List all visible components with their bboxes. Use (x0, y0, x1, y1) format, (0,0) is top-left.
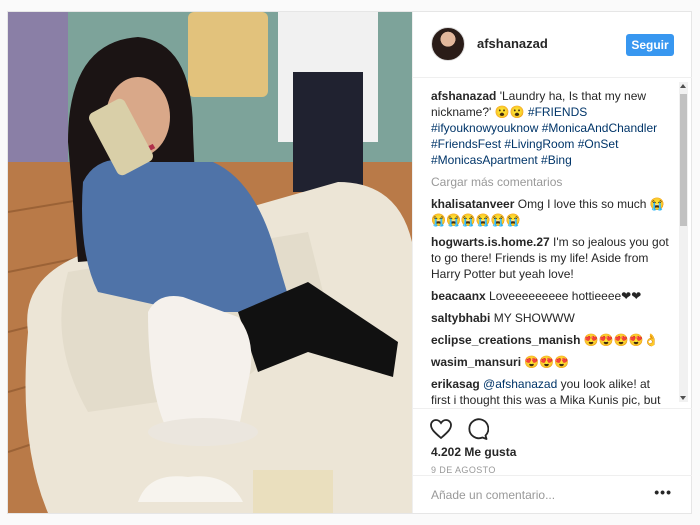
comments-list: afshanazad 'Laundry ha, Is that my new n… (413, 78, 692, 408)
list-item: eclipse_creations_manish 😍😍😍😍👌 (431, 332, 671, 348)
list-item: beacaanx Loveeeeeeeee hottieeee❤❤ (431, 288, 671, 304)
username-link[interactable]: afshanazad (477, 36, 548, 51)
comment-username[interactable]: wasim_mansuri (431, 355, 521, 369)
heart-icon[interactable] (429, 417, 453, 441)
comment-text: 😍😍😍 (524, 355, 570, 369)
post-sidebar: afshanazad Seguir afshanazad 'Laundry ha… (412, 12, 692, 513)
comment-username[interactable]: saltybhabi (431, 311, 490, 325)
comment-username[interactable]: khalisatanveer (431, 197, 514, 211)
comment-username[interactable]: beacaanx (431, 289, 486, 303)
comment-text: MY SHOWWW (493, 311, 575, 325)
comment-mention[interactable]: @afshanazad (483, 377, 557, 391)
avatar[interactable] (431, 27, 465, 61)
load-more-comments[interactable]: Cargar más comentarios (431, 174, 671, 190)
post-modal: afshanazad Seguir afshanazad 'Laundry ha… (7, 11, 692, 514)
comment-text: Loveeeeeeeee hottieeee❤❤ (489, 289, 642, 303)
comment-bubble-icon[interactable] (465, 417, 489, 441)
post-date: 9 DE AGOSTO (431, 465, 496, 475)
comment-text: 😍😍😍😍👌 (583, 333, 659, 347)
scroll-up-arrow-icon[interactable] (680, 84, 686, 88)
list-item: khalisatanveer Omg I love this so much 😭… (431, 196, 671, 228)
follow-button[interactable]: Seguir (626, 34, 674, 56)
caption: afshanazad 'Laundry ha, Is that my new n… (431, 88, 671, 168)
post-header: afshanazad Seguir (413, 12, 692, 78)
list-item: wasim_mansuri 😍😍😍 (431, 354, 671, 370)
more-options-icon[interactable]: ••• (654, 484, 672, 500)
add-comment-bar: Añade un comentario... ••• (413, 475, 692, 513)
comments-scrollbar[interactable] (679, 82, 688, 402)
comment-username[interactable]: erikasag (431, 377, 480, 391)
caption-username[interactable]: afshanazad (431, 89, 496, 103)
comment-username[interactable]: eclipse_creations_manish (431, 333, 580, 347)
comment-username[interactable]: hogwarts.is.home.27 (431, 235, 550, 249)
likes-count[interactable]: 4.202 Me gusta (431, 445, 516, 459)
scroll-down-arrow-icon[interactable] (680, 396, 686, 400)
list-item: hogwarts.is.home.27 I'm so jealous you g… (431, 234, 671, 282)
list-item: saltybhabi MY SHOWWW (431, 310, 671, 326)
post-photo[interactable] (8, 12, 412, 513)
photo-illustration (8, 12, 412, 513)
scrollbar-thumb[interactable] (680, 94, 687, 226)
add-comment-input[interactable]: Añade un comentario... (431, 488, 555, 502)
list-item: erikasag @afshanazad you look alike! at … (431, 376, 671, 408)
